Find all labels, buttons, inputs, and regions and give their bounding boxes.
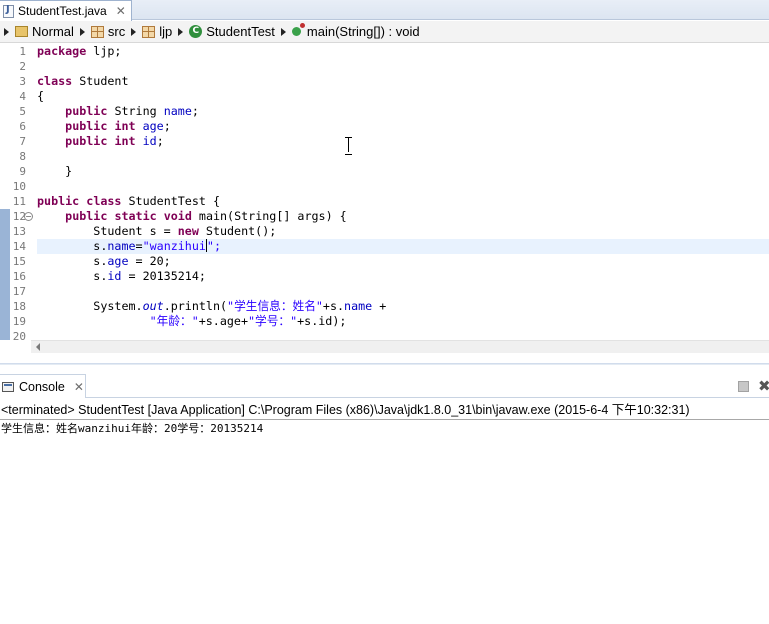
editor-tab-label: StudentTest.java <box>18 4 107 18</box>
code-line: package ljp; <box>37 44 122 58</box>
fold-collapse-icon[interactable]: − <box>24 212 33 221</box>
breadcrumb-label: StudentTest <box>206 24 275 39</box>
line-number: 14 <box>12 240 26 253</box>
line-number: 11 <box>12 195 26 208</box>
scroll-left-icon[interactable] <box>36 343 40 351</box>
close-icon[interactable]: ✕ <box>116 5 126 17</box>
code-line: public int id; <box>65 134 164 148</box>
code-line: } <box>65 164 73 178</box>
code-line: Student s = new Student(); <box>93 224 277 238</box>
line-number: 1 <box>19 45 26 58</box>
console-tab-bar: Console ✕ ✖ <box>0 374 769 398</box>
code-line: s.age = 20; <box>93 254 171 268</box>
breadcrumb-item-package[interactable]: ljp <box>142 24 172 39</box>
code-line: public String name; <box>65 104 199 118</box>
line-number: 16 <box>12 270 26 283</box>
breadcrumb-label: main(String[]) : void <box>306 24 420 39</box>
breadcrumb-label: ljp <box>159 24 173 39</box>
package-icon <box>142 25 156 38</box>
code-line: System.out.println("学生信息：姓名"+s.name + <box>93 299 387 313</box>
code-line: public static void main(String[] args) { <box>65 209 347 223</box>
line-number: 10 <box>12 180 26 193</box>
breadcrumb-arrow-icon[interactable] <box>131 27 137 36</box>
breadcrumb-item-method[interactable]: main(String[]) : void <box>291 23 420 39</box>
code-line: public class StudentTest { <box>37 194 220 208</box>
code-line: s.id = 20135214; <box>93 269 206 283</box>
console-tab-label: Console <box>19 379 65 394</box>
code-line: public int age; <box>65 119 171 133</box>
console-output-area[interactable] <box>0 420 769 624</box>
breadcrumb-arrow-icon[interactable] <box>4 27 9 36</box>
breadcrumb-arrow-icon[interactable] <box>178 27 184 36</box>
source-folder-icon <box>90 25 104 38</box>
code-line: s.name="wanzihui"; <box>93 239 221 253</box>
line-number: 7 <box>19 135 26 148</box>
method-icon <box>291 23 305 36</box>
code-editor[interactable]: 1 2 3 4 5 6 7 8 9 10 11 12 − 13 14 15 16… <box>0 44 769 353</box>
editor-tab-bar: StudentTest.java ✕ <box>0 0 769 21</box>
close-icon[interactable]: ✕ <box>74 380 84 394</box>
console-process-header: <terminated> StudentTest [Java Applicati… <box>0 398 769 420</box>
breadcrumb: Normal src ljp C StudentTest main(String… <box>0 21 769 43</box>
mouse-ibeam-cursor <box>345 137 352 155</box>
line-number: 17 <box>12 285 26 298</box>
line-number: 8 <box>19 150 26 163</box>
view-sash[interactable] <box>0 360 769 374</box>
breadcrumb-label: src <box>107 24 126 39</box>
line-number: 20 <box>12 330 26 343</box>
line-number: 13 <box>12 225 26 238</box>
line-number: 15 <box>12 255 26 268</box>
remove-launch-icon[interactable]: ✖ <box>758 377 769 395</box>
line-number: 6 <box>19 120 26 133</box>
line-number: 12 <box>12 210 26 223</box>
console-output-line: 学生信息：姓名wanzihui年龄：20学号：20135214 <box>1 422 264 435</box>
breadcrumb-label: Normal <box>32 24 74 39</box>
breadcrumb-arrow-icon[interactable] <box>280 27 286 36</box>
line-number: 2 <box>19 60 26 73</box>
tab-console[interactable]: Console ✕ <box>0 374 86 398</box>
project-icon <box>15 26 28 37</box>
line-number: 9 <box>19 165 26 178</box>
code-line: class Student <box>37 74 129 88</box>
line-number: 18 <box>12 300 26 313</box>
line-number: 4 <box>19 90 26 103</box>
class-icon: C <box>189 25 203 38</box>
code-line: { <box>37 89 45 103</box>
breadcrumb-arrow-icon[interactable] <box>79 27 85 36</box>
line-number: 3 <box>19 75 26 88</box>
console-icon <box>2 381 14 392</box>
terminate-button[interactable] <box>738 381 749 392</box>
editor-tab-studenttest[interactable]: StudentTest.java ✕ <box>0 0 132 21</box>
code-line: "年龄："+s.age+"学号："+s.id); <box>149 314 347 328</box>
line-number: 19 <box>12 315 26 328</box>
line-number: 5 <box>19 105 26 118</box>
breadcrumb-item-project[interactable]: Normal <box>15 24 74 39</box>
line-number-gutter: 1 2 3 4 5 6 7 8 9 10 11 12 − 13 14 15 16… <box>0 44 33 343</box>
horizontal-scrollbar[interactable] <box>31 340 769 353</box>
breadcrumb-item-class[interactable]: C StudentTest <box>189 24 275 39</box>
java-file-icon <box>3 4 14 18</box>
breadcrumb-item-src[interactable]: src <box>90 24 126 39</box>
